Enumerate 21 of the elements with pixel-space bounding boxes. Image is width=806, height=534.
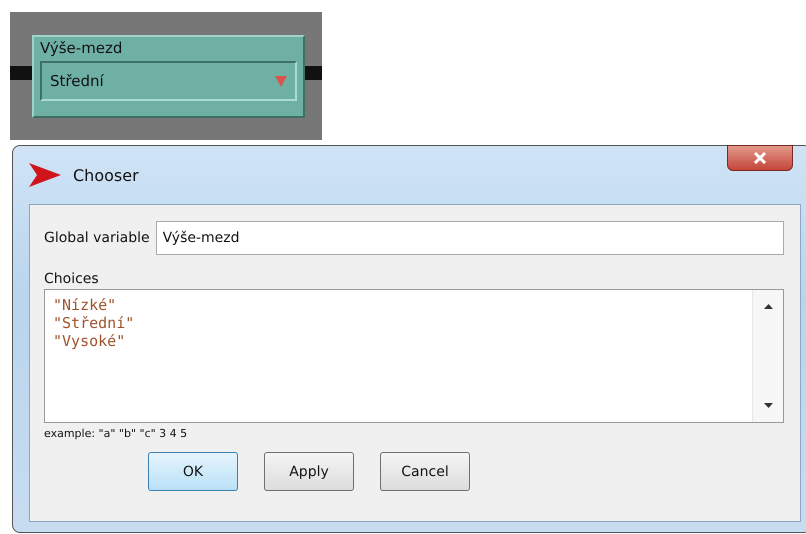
close-button[interactable] [727,145,793,171]
dialog-button[interactable]: Cancel [380,452,470,491]
close-icon [753,152,767,164]
field-label: Global variable [44,230,150,246]
widget-label: Výše-mezd [40,39,124,57]
choice-line: "Nízké" [53,296,118,314]
dialog-button[interactable]: Apply [264,452,354,491]
arrow-icon [29,163,61,187]
field-label: Choices [44,271,100,287]
choice-line: "Střední" [53,314,136,332]
up-arrow-icon [764,304,772,309]
window-title: Chooser [73,166,139,184]
example-hint: example: "a" "b" "c" 3 4 5 [44,427,188,440]
dialog-button[interactable]: OK [148,452,238,491]
choice-line: "Vysoké" [53,332,126,350]
caret-icon [275,75,287,87]
input-field[interactable]: Výše-mezd [156,221,784,255]
scrollbar[interactable] [752,290,783,422]
down-arrow-icon [764,403,772,408]
widget-dropdown[interactable]: Střední [40,61,297,101]
choices-field[interactable]: "Nízké" "Střední" "Vysoké" [44,289,784,423]
